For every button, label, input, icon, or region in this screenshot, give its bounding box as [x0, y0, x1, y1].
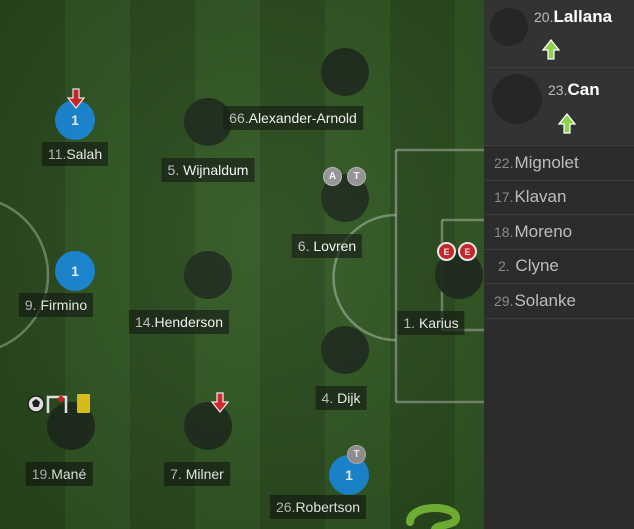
sub-in-arrow-icon: [558, 113, 576, 134]
ball-icon: [27, 395, 45, 413]
help-question-icon[interactable]: [402, 500, 464, 529]
player-salah[interactable]: 1 11.Salah: [41, 88, 109, 166]
bench-sub-label: 23.Can: [548, 80, 600, 99]
tag-badge: T: [347, 167, 366, 186]
sub-out-arrow-icon: [67, 88, 85, 109]
player-henderson[interactable]: 14.Henderson: [129, 251, 232, 334]
avatar: [184, 251, 232, 299]
bench-sub-can[interactable]: 23.Can: [484, 68, 634, 146]
yellow-card-icon: [77, 394, 90, 413]
player-dijk[interactable]: 4. Dijk: [315, 326, 369, 410]
player-firmino[interactable]: 1 9. Firmino: [18, 251, 95, 317]
player-lovren[interactable]: A T 6. Lovren: [291, 167, 369, 258]
player-label: 6. Lovren: [291, 234, 363, 258]
player-label: 19.Mané: [25, 462, 93, 486]
player-label: 7. Milner: [164, 462, 230, 486]
player-label: 66.Alexander-Arnold: [223, 106, 363, 130]
tag-badge: T: [347, 445, 366, 464]
bench-item-solanke[interactable]: 29. Solanke: [484, 284, 634, 319]
player-label: 5. Wijnaldum: [161, 158, 255, 182]
sub-in-arrow-icon: [542, 39, 560, 60]
bench-sub-label: 20.Lallana: [534, 7, 613, 26]
player-milner[interactable]: 7. Milner: [164, 392, 232, 486]
player-label: 26.Robertson: [269, 495, 367, 519]
player-label: 11.Salah: [41, 142, 109, 166]
error-badge: E: [458, 242, 477, 261]
avatar: [321, 326, 369, 374]
player-label: 4. Dijk: [315, 386, 367, 410]
bench-item-mignolet[interactable]: 22. Mignolet: [484, 146, 634, 181]
pitch: 1 11.Salah 5. Wijnaldum 66.Alexander-Arn…: [0, 0, 484, 529]
error-badge: E: [437, 242, 456, 261]
bench-sub-lallana[interactable]: 20.Lallana: [484, 0, 634, 68]
avatar: [321, 48, 369, 96]
player-wijnaldum[interactable]: 5. Wijnaldum: [161, 98, 255, 182]
player-robertson[interactable]: 1 T 26.Robertson: [269, 445, 369, 519]
rating-badge: 1: [55, 251, 95, 291]
player-mane[interactable]: 19.Mané: [25, 394, 95, 486]
avatar: [492, 74, 542, 124]
captain-badge: A: [323, 167, 342, 186]
woodwork-icon: [46, 395, 68, 413]
sub-out-arrow-icon: [211, 392, 229, 413]
bench-item-moreno[interactable]: 18. Moreno: [484, 215, 634, 250]
player-label: 1. Karius: [397, 311, 465, 335]
player-karius[interactable]: E E 1. Karius: [397, 242, 483, 335]
avatar: [490, 8, 528, 46]
bench-item-klavan[interactable]: 17. Klavan: [484, 181, 634, 215]
bench-panel: 20.Lallana 23.Can 22. Mignolet 17. Klavan …: [484, 0, 634, 529]
bench-item-clyne[interactable]: 2. Clyne: [484, 250, 634, 284]
player-label: 9. Firmino: [18, 293, 94, 317]
player-label: 14.Henderson: [129, 310, 229, 334]
player-alexander-arnold[interactable]: 66.Alexander-Arnold: [223, 48, 369, 130]
